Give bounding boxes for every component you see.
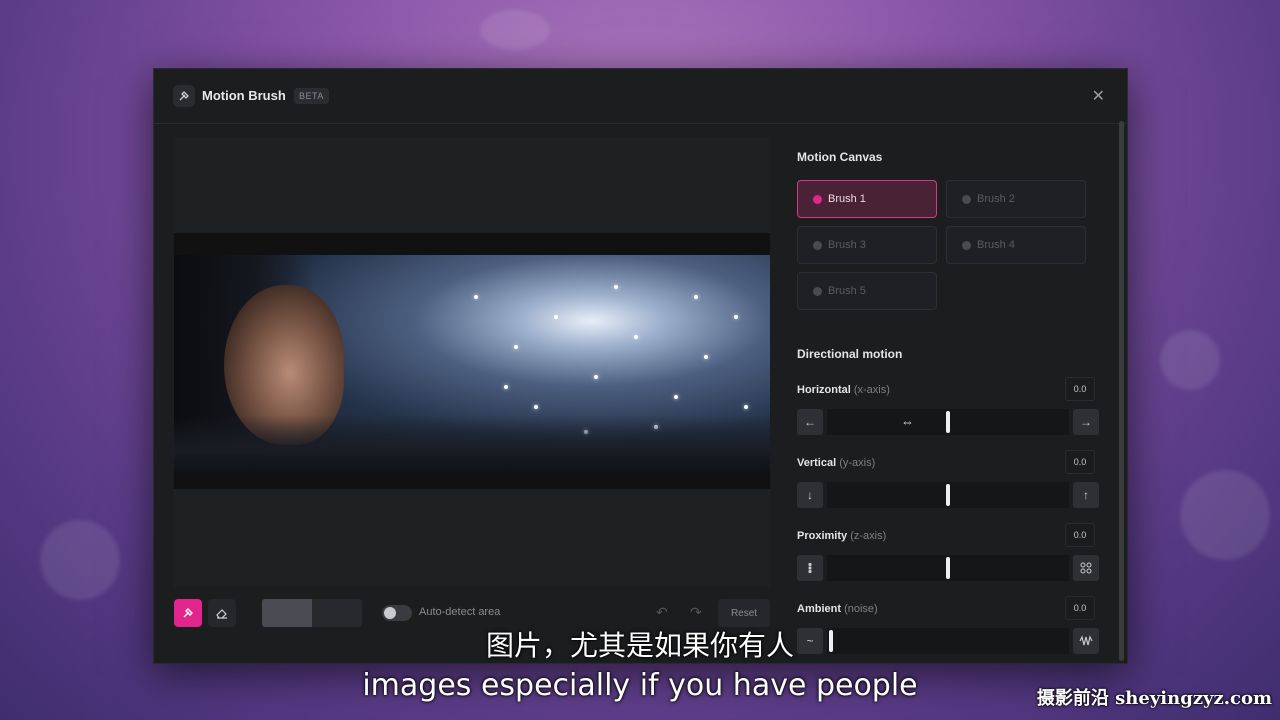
vertical-slider[interactable] [827,482,1069,508]
eraser-icon [216,609,227,619]
slider-thumb[interactable] [946,484,950,506]
brush-tool-button[interactable] [174,599,202,627]
bokeh [1180,470,1270,560]
auto-detect-toggle[interactable] [382,605,412,621]
horizontal-label: Horizontal (x-axis) [797,384,890,396]
beta-badge: BETA [294,88,329,104]
brush-4-button[interactable]: Brush 4 [946,226,1086,264]
image-frame [174,233,770,489]
auto-detect-label: Auto-detect area [419,606,501,618]
paint-canvas[interactable] [174,137,770,587]
dialog-header: Motion Brush BETA ✕ [154,69,1127,124]
brush-color-dot [813,287,822,296]
slider-thumb[interactable] [946,411,950,433]
arrow-left-icon[interactable]: ← [797,409,823,435]
proximity-value-field[interactable]: 0.0 [1065,523,1095,547]
brush-color-dot [962,241,971,250]
brush-color-dot [813,241,822,250]
proximity-slider[interactable] [827,555,1069,581]
motion-canvas-title: Motion Canvas [797,150,883,164]
eraser-tool-button[interactable] [208,599,236,627]
motion-brush-icon [173,85,195,107]
settings-panel: Motion Canvas Brush 1 Brush 2 Brush 3 Br… [797,137,1107,663]
scrollbar[interactable] [1119,121,1124,661]
ambient-label: Ambient (noise) [797,603,878,615]
bokeh [1160,330,1220,390]
slider-thumb[interactable] [946,557,950,579]
ambient-value-field[interactable]: 0.0 [1065,596,1095,620]
arrow-up-icon[interactable]: ↑ [1073,482,1099,508]
arrow-down-icon[interactable]: ↓ [797,482,823,508]
reset-button[interactable]: Reset [718,599,770,627]
vertical-value-field[interactable]: 0.0 [1065,450,1095,474]
move-cursor-icon: ⇔ [901,414,914,429]
horizontal-slider[interactable]: ⇔ [827,409,1069,435]
arrow-right-icon[interactable]: → [1073,409,1099,435]
horizontal-value-field[interactable]: 0.0 [1065,377,1095,401]
dialog-title: Motion Brush [202,88,286,103]
undo-icon[interactable]: ↶ [656,604,668,621]
expand-icon[interactable] [1073,555,1099,581]
brush-color-dot [962,195,971,204]
redo-icon[interactable]: ↷ [690,604,702,621]
brush-1-button[interactable]: Brush 1 [797,180,937,218]
brush-5-button[interactable]: Brush 5 [797,272,937,310]
bokeh [480,10,550,50]
brush-3-button[interactable]: Brush 3 [797,226,937,264]
brush-2-button[interactable]: Brush 2 [946,180,1086,218]
watermark: 摄影前沿 sheyingzyz.com [1036,688,1272,709]
brush-icon [183,608,193,618]
preview-image [174,255,770,475]
vertical-label: Vertical (y-axis) [797,457,876,469]
subtitle-chinese: 图片，尤其是如果你有人 [485,629,794,662]
directional-motion-title: Directional motion [797,347,903,361]
bokeh [40,520,120,600]
shrink-icon[interactable] [797,555,823,581]
brush-color-dot [813,195,822,204]
motion-brush-dialog: Motion Brush BETA ✕ Auto-detect area ↶ ↷… [153,68,1128,664]
proximity-label: Proximity (z-axis) [797,530,887,542]
brush-size-slider[interactable] [262,599,362,627]
close-icon[interactable]: ✕ [1092,86,1105,106]
